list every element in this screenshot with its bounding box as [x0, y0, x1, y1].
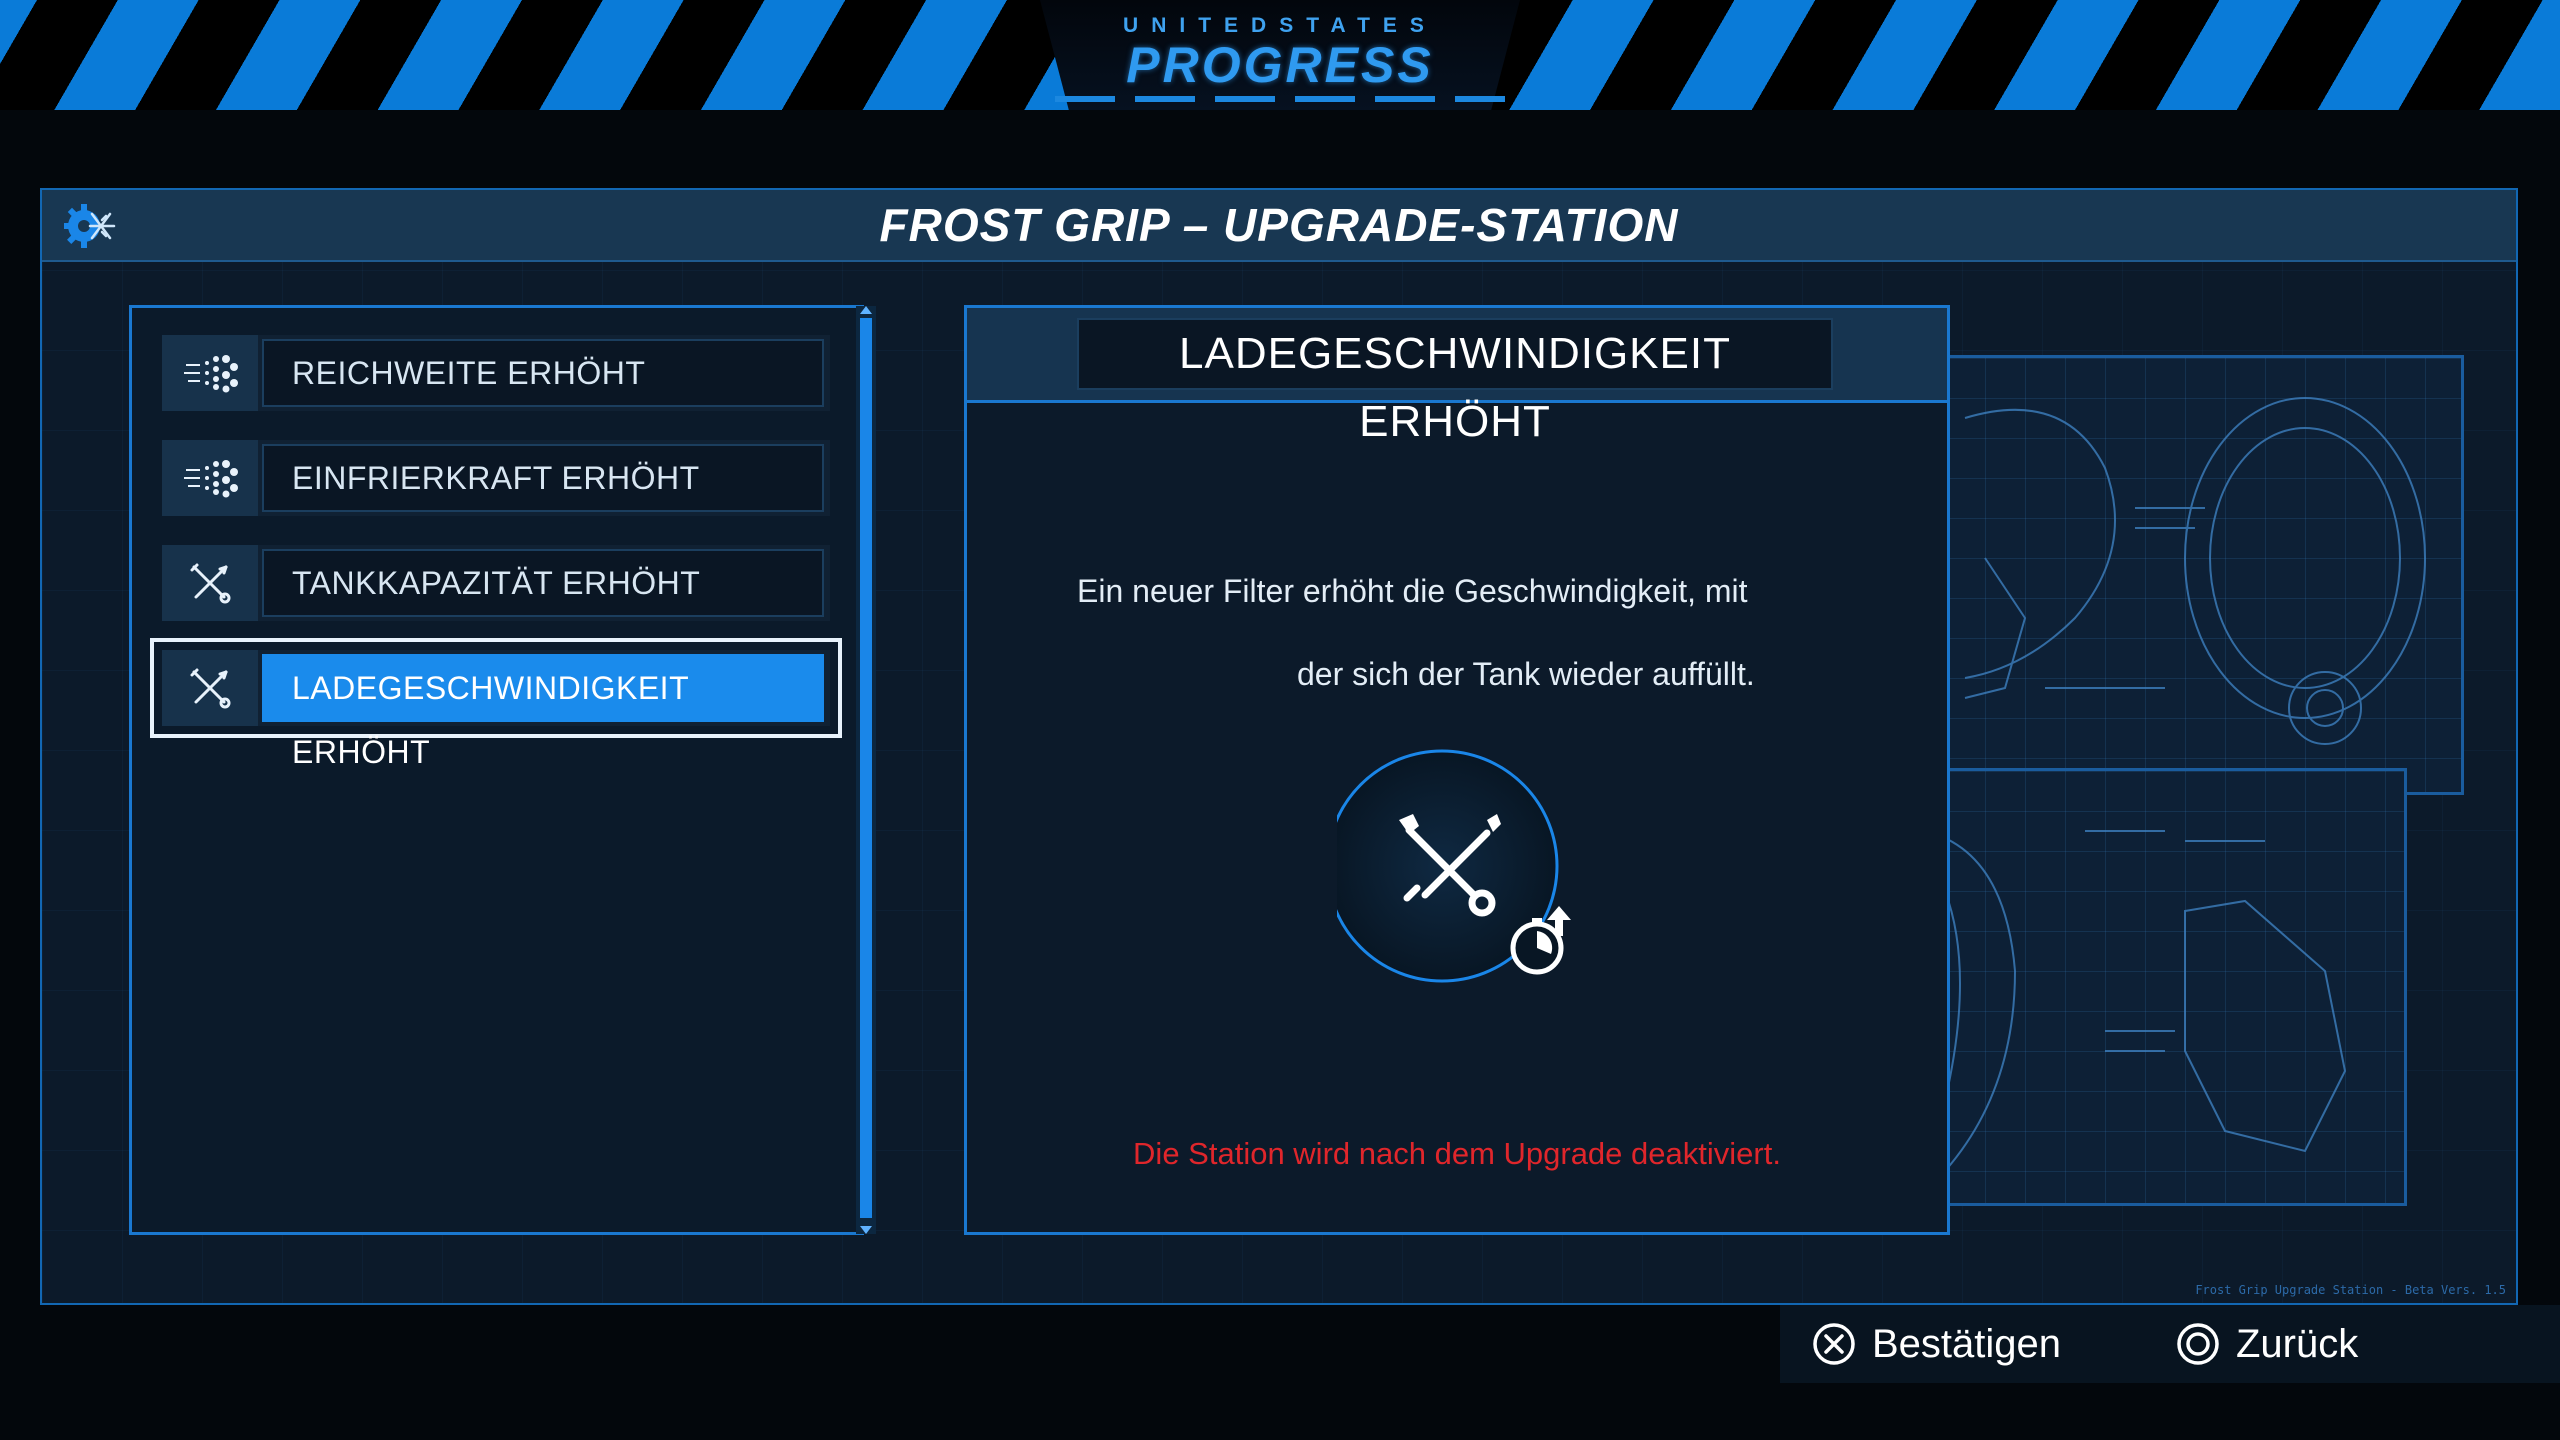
- helmet-blueprint-image: [1964, 397, 2426, 745]
- upgrade-item-reichweite[interactable]: REICHWEITE ERHÖHT: [162, 335, 830, 411]
- item-label-box: EINFRIERKRAFT ERHÖHT: [262, 444, 824, 512]
- scrollbar-thumb[interactable]: [860, 318, 872, 1218]
- upgrade-item-label: REICHWEITE ERHÖHT: [292, 355, 646, 391]
- detail-title: LADEGESCHWINDIGKEIT ERHÖHT: [1179, 329, 1731, 446]
- item-icon-box: [162, 545, 258, 621]
- wrench-screwdriver-timer-up-icon: [1337, 749, 1571, 983]
- back-button[interactable]: Zurück: [2176, 1317, 2358, 1371]
- upgrade-item-ladegeschwindigkeit[interactable]: LADEGESCHWINDIGKEIT ERHÖHT: [150, 638, 842, 770]
- logo-underline: [1055, 96, 1505, 102]
- upgrade-item-einfrierkraft[interactable]: EINFRIERKRAFT ERHÖHT: [162, 440, 830, 516]
- window-title: FROST GRIP – UPGRADE-STATION: [879, 199, 1679, 251]
- blueprint-helmet-panel: [1902, 355, 2464, 795]
- item-icon-box: [162, 650, 258, 726]
- gauntlet-blueprint-image: [1924, 830, 2347, 1172]
- button-prompt-bar: Bestätigen Zurück: [1780, 1305, 2560, 1383]
- item-label-box: REICHWEITE ERHÖHT: [262, 339, 824, 407]
- blueprint-gauntlet-panel: [1902, 768, 2407, 1206]
- upgrade-item-label: LADEGESCHWINDIGKEIT ERHÖHT: [292, 670, 689, 770]
- detail-header: LADEGESCHWINDIGKEIT ERHÖHT: [967, 308, 1947, 446]
- scroll-up-arrow-icon[interactable]: [860, 306, 872, 314]
- item-label-box: LADEGESCHWINDIGKEIT ERHÖHT: [262, 654, 824, 770]
- spray-dots-icon: [184, 460, 238, 498]
- upgrade-item-label: TANKKAPAZITÄT ERHÖHT: [292, 565, 701, 601]
- confirm-label: Bestätigen: [1872, 1321, 2062, 1366]
- tools-icon: [190, 563, 231, 604]
- item-icon-box: [162, 335, 258, 411]
- upgrade-item-tankkapazitaet[interactable]: TANKKAPAZITÄT ERHÖHT: [162, 545, 830, 621]
- upgrade-list-panel: REICHWEITE ERHÖHT EINFRIERKRAFT ERHÖHT T…: [129, 305, 864, 1235]
- version-text: Frost Grip Upgrade Station - Beta Vers. …: [2195, 1283, 2506, 1297]
- cross-button-icon: [1813, 1323, 1855, 1365]
- logo-main-text: PROGRESS: [1126, 37, 1434, 93]
- item-label-box: TANKKAPAZITÄT ERHÖHT: [262, 549, 824, 617]
- back-label: Zurück: [2236, 1321, 2359, 1366]
- upgrade-station-window: FROST GRIP – UPGRADE-STATION REICHWEITE …: [40, 188, 2518, 1305]
- detail-description-line2: der sich der Tank wieder auffüllt.: [1297, 656, 1755, 692]
- logo-top-text: UNITEDSTATES: [1123, 14, 1437, 37]
- confirm-button[interactable]: Bestätigen: [1812, 1317, 2061, 1371]
- scroll-down-arrow-icon[interactable]: [860, 1226, 872, 1234]
- upgrade-item-label: EINFRIERKRAFT ERHÖHT: [292, 460, 700, 496]
- window-titlebar: FROST GRIP – UPGRADE-STATION: [42, 190, 2516, 262]
- item-icon-box: [162, 440, 258, 516]
- upgrade-detail-panel: LADEGESCHWINDIGKEIT ERHÖHT Ein neuer Fil…: [964, 305, 1950, 1235]
- spray-dots-icon: [184, 355, 238, 393]
- deactivation-warning: Die Station wird nach dem Upgrade deakti…: [1133, 1136, 1781, 1171]
- upgrade-list-scrollbar[interactable]: [856, 306, 876, 1234]
- detail-description-line1: Ein neuer Filter erhöht die Geschwindigk…: [1077, 573, 1748, 609]
- tools-icon: [190, 668, 231, 709]
- detail-title-box: LADEGESCHWINDIGKEIT ERHÖHT: [1077, 318, 1833, 446]
- circle-button-icon: [2177, 1323, 2219, 1365]
